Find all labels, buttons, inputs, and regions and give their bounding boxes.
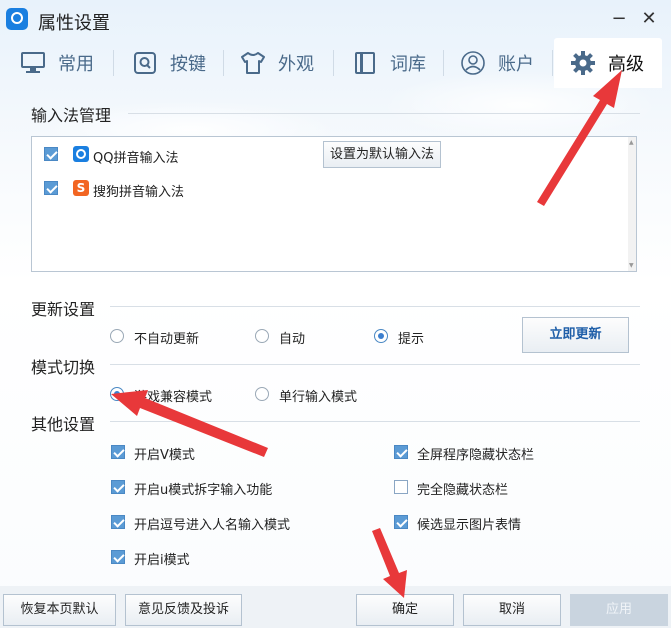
u-mode-checkbox[interactable] <box>111 480 125 494</box>
radio-label: 游戏兼容模式 <box>134 390 213 405</box>
sogou-ime-icon: S <box>73 180 89 196</box>
update-now-button[interactable]: 立即更新 <box>522 317 629 353</box>
tab-account[interactable]: 账户 <box>460 38 534 88</box>
tab-label: 词库 <box>390 54 426 75</box>
restore-defaults-button[interactable]: 恢复本页默认 <box>3 594 116 626</box>
qq-ime-icon <box>73 146 89 162</box>
update-prompt-radio[interactable] <box>374 329 388 343</box>
ime-sogou-checkbox[interactable] <box>44 181 58 195</box>
tab-divider <box>552 50 553 76</box>
tab-label: 账户 <box>498 54 534 75</box>
single-line-mode-radio[interactable] <box>255 387 269 401</box>
scroll-down-icon: ▼ <box>629 262 634 269</box>
hide-statusbar-checkbox[interactable] <box>394 480 408 494</box>
game-compatible-mode-radio[interactable] <box>110 387 124 401</box>
checkbox-label: 完全隐藏状态栏 <box>417 483 509 498</box>
checkbox-label: 候选显示图片表情 <box>417 518 522 533</box>
radio-label: 单行输入模式 <box>279 390 358 405</box>
radio-label: 提示 <box>398 332 425 347</box>
tab-label: 常用 <box>58 54 94 75</box>
book-icon <box>352 50 378 76</box>
window-title: 属性设置 <box>38 13 110 34</box>
scroll-up-icon: ▲ <box>629 139 634 146</box>
qq-pinyin-logo-icon <box>6 8 28 30</box>
ime-item-label: QQ拼音输入法 <box>93 151 179 166</box>
mode-section-title: 模式切换 <box>31 358 96 377</box>
ime-item-label: 搜狗拼音输入法 <box>93 185 185 200</box>
i-mode-checkbox[interactable] <box>111 550 125 564</box>
tab-advanced[interactable]: 高级 <box>554 38 662 88</box>
tab-keys[interactable]: 按键 <box>132 38 206 88</box>
checkbox-label: 开启V模式 <box>134 448 195 463</box>
v-mode-checkbox[interactable] <box>111 445 125 459</box>
tab-label: 高级 <box>608 54 644 75</box>
section-divider <box>110 421 640 422</box>
tab-bar: 常用 按键 外观 词库 账户 高级 <box>0 38 671 88</box>
feedback-button[interactable]: 意见反馈及投诉 <box>125 594 242 626</box>
fullscreen-hide-statusbar-checkbox[interactable] <box>394 445 408 459</box>
apply-button[interactable]: 应用 <box>570 594 668 626</box>
key-icon <box>132 50 158 76</box>
other-section-title: 其他设置 <box>31 415 96 434</box>
ime-list-scrollbar[interactable]: ▲ ▼ <box>628 137 636 271</box>
section-divider <box>128 113 640 114</box>
candidate-image-emoji-checkbox[interactable] <box>394 515 408 529</box>
section-divider <box>110 306 640 307</box>
tab-divider <box>223 50 224 76</box>
radio-label: 自动 <box>279 332 306 347</box>
radio-label: 不自动更新 <box>134 332 200 347</box>
tab-dictionary[interactable]: 词库 <box>352 38 426 88</box>
update-section-title: 更新设置 <box>31 300 96 319</box>
set-default-ime-button[interactable]: 设置为默认输入法 <box>323 141 441 168</box>
user-icon <box>460 50 486 76</box>
checkbox-label: 开启i模式 <box>134 553 190 568</box>
tab-label: 按键 <box>170 54 206 75</box>
minimize-button[interactable]: − <box>608 8 630 30</box>
shirt-icon <box>240 50 266 76</box>
title-bar: 属性设置 − ✕ <box>0 0 671 38</box>
tab-general[interactable]: 常用 <box>20 38 94 88</box>
gear-icon <box>570 50 596 76</box>
close-button[interactable]: ✕ <box>638 8 660 30</box>
ok-button[interactable]: 确定 <box>356 594 454 626</box>
checkbox-label: 开启u模式拆字输入功能 <box>134 483 273 498</box>
ime-qq-checkbox[interactable] <box>44 147 58 161</box>
checkbox-label: 全屏程序隐藏状态栏 <box>417 448 535 463</box>
tab-label: 外观 <box>278 54 314 75</box>
tab-divider <box>113 50 114 76</box>
checkbox-label: 开启逗号进入人名输入模式 <box>134 518 291 533</box>
ime-section-title: 输入法管理 <box>31 106 112 125</box>
update-none-radio[interactable] <box>110 329 124 343</box>
update-auto-radio[interactable] <box>255 329 269 343</box>
monitor-icon <box>20 50 46 76</box>
cancel-button[interactable]: 取消 <box>463 594 561 626</box>
section-divider <box>110 364 640 365</box>
comma-name-mode-checkbox[interactable] <box>111 515 125 529</box>
tab-appearance[interactable]: 外观 <box>240 38 314 88</box>
tab-divider <box>333 50 334 76</box>
tab-divider <box>443 50 444 76</box>
